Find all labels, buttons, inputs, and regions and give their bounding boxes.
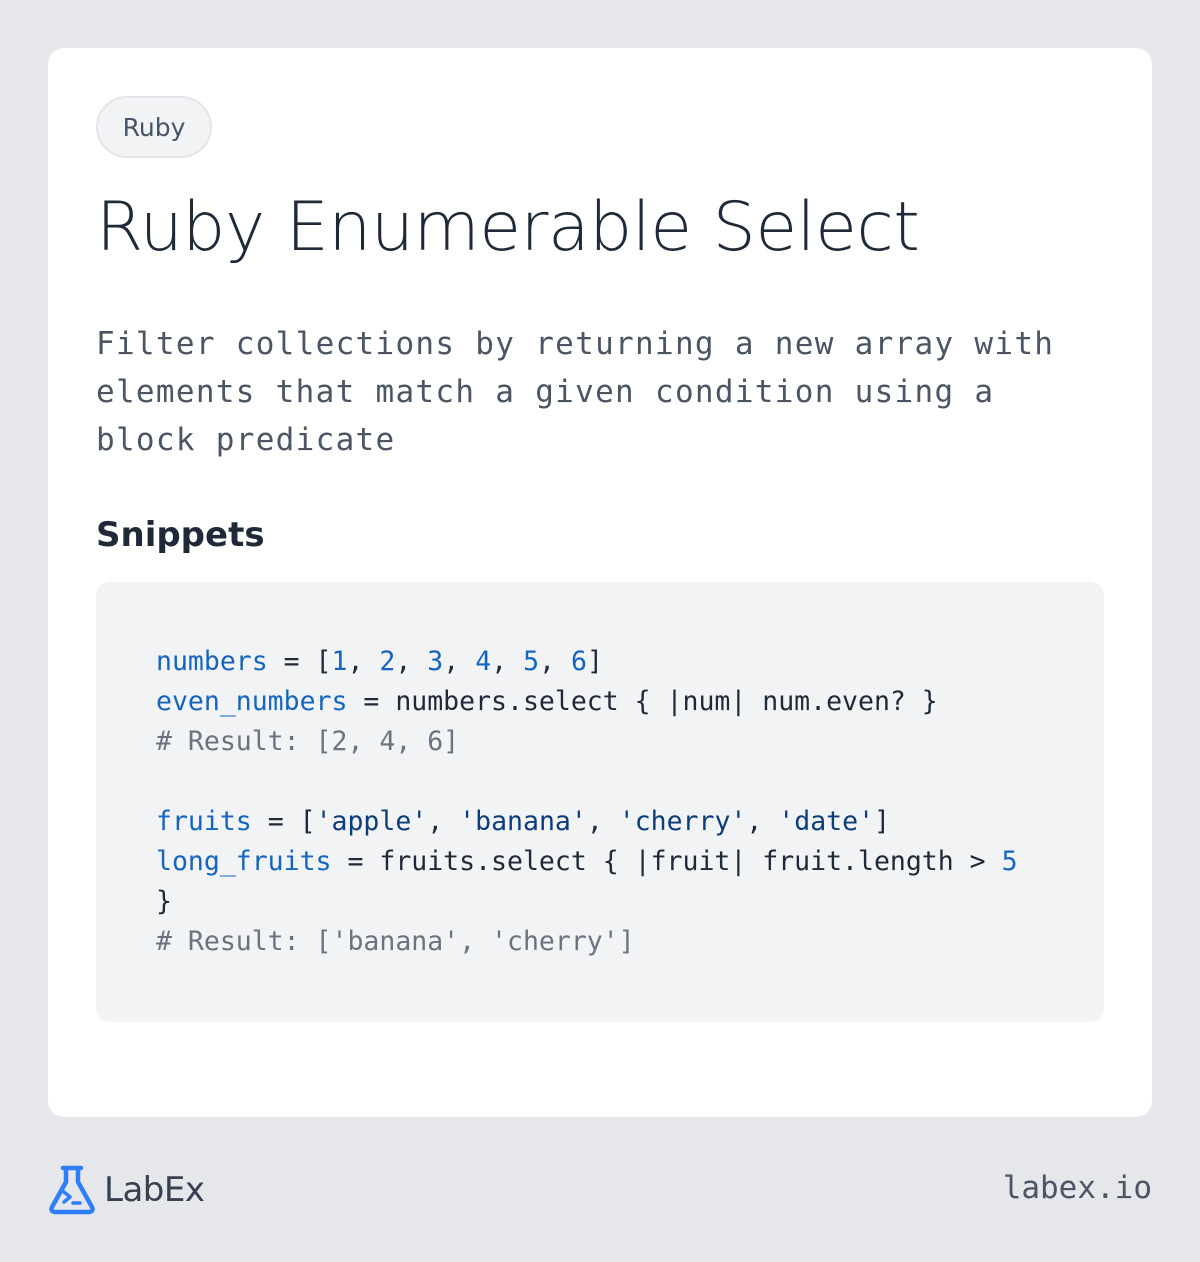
code-token-str: 'cherry' <box>618 806 747 837</box>
code-token-num: 4 <box>475 646 492 677</box>
labex-logo[interactable]: LabEx <box>48 1165 205 1215</box>
code-token-plain: , <box>427 806 460 837</box>
code-line: long_fruits = fruits.select { |fruit| fr… <box>156 842 1044 882</box>
code-token-plain: } <box>156 886 172 917</box>
code-token-plain: , <box>491 646 524 677</box>
description: Filter collections by returning a new ar… <box>96 326 1055 458</box>
code-token-num: 5 <box>523 646 540 677</box>
code-token-plain: = [ <box>251 806 316 837</box>
code-token-plain: , <box>443 646 476 677</box>
code-token-cmt: # Result: ['banana', 'cherry'] <box>156 926 635 957</box>
code-token-plain: = [ <box>267 646 332 677</box>
code-line: even_numbers = numbers.select { |num| nu… <box>156 682 1044 722</box>
code-token-plain: = numbers.select { |num| num.even? } <box>347 686 938 717</box>
code-line: numbers = [1, 2, 3, 4, 5, 6] <box>156 642 1044 682</box>
code-token-plain: , <box>539 646 571 677</box>
section-title: Snippets <box>96 515 265 555</box>
code-token-var: fruits <box>156 806 252 837</box>
code-token-plain: , <box>586 806 619 837</box>
content-card: Ruby Ruby Enumerable Select Filter colle… <box>48 48 1152 1117</box>
logo-text: LabEx <box>104 1170 205 1210</box>
code-token-cmt: # Result: [2, 4, 6] <box>156 726 460 757</box>
language-tag[interactable]: Ruby <box>96 96 212 158</box>
code-token-num: 3 <box>427 646 444 677</box>
code-token-str: 'banana' <box>459 806 587 837</box>
code-line: # Result: ['banana', 'cherry'] <box>156 922 1044 962</box>
flask-terminal-icon <box>48 1165 96 1215</box>
code-token-plain: , <box>395 646 428 677</box>
code-line: # Result: [2, 4, 6] <box>156 722 1044 762</box>
code-token-str: 'date' <box>778 806 875 837</box>
code-content: numbers = [1, 2, 3, 4, 5, 6] even_numbers… <box>156 642 1044 962</box>
code-token-plain: ] <box>874 806 890 837</box>
code-token-num: 5 <box>1001 846 1018 877</box>
code-line: } <box>156 882 1044 922</box>
code-token-var: even_numbers <box>156 686 348 717</box>
code-token-plain: = fruits.select { |fruit| fruit.length > <box>331 846 1002 877</box>
page-title: Ruby Enumerable Select <box>96 188 920 267</box>
code-snippet-block[interactable]: numbers = [1, 2, 3, 4, 5, 6] even_numbers… <box>96 582 1104 1022</box>
code-token-num: 6 <box>570 646 587 677</box>
code-token-num: 1 <box>331 646 348 677</box>
code-token-plain: ] <box>586 646 603 677</box>
code-token-str: 'apple' <box>315 806 428 837</box>
code-token-num: 2 <box>379 646 396 677</box>
code-token-plain: , <box>746 806 779 837</box>
code-token-var: long_fruits <box>156 846 332 877</box>
code-line: fruits = ['apple', 'banana', 'cherry', '… <box>156 802 1044 842</box>
code-token-plain: , <box>347 646 380 677</box>
site-url[interactable]: labex.io <box>1003 1170 1152 1206</box>
code-token-var: numbers <box>156 646 268 677</box>
